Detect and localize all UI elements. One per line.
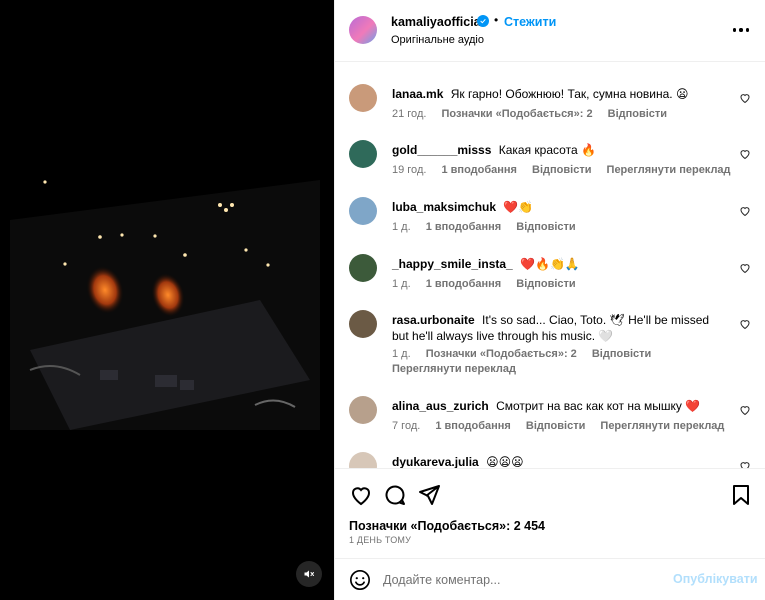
reply-link[interactable]: Відповісти [592, 348, 651, 360]
comment-text: ❤️👏 [503, 200, 534, 214]
comment-text-line: alina_aus_zurich Смотрит на вас как кот … [392, 398, 724, 414]
comment-meta: 1 д. 1 вподобання Відповісти [392, 221, 588, 233]
comment-text-line: rasa.urbonaite It's so sad... Ciao, Toto… [392, 312, 724, 344]
comment-text: 😦😦😦 [486, 455, 524, 468]
mute-toggle-button[interactable] [296, 561, 322, 587]
commenter-username[interactable]: luba_maksimchuk [392, 200, 496, 214]
comment-meta-secondary: Переглянути переклад [392, 363, 528, 375]
comment-likes-link[interactable]: 1 вподобання [426, 278, 501, 290]
more-options-icon[interactable] [729, 22, 753, 38]
like-comment-heart-icon[interactable] [739, 460, 751, 468]
post-media-video[interactable] [0, 0, 334, 600]
commenter-avatar[interactable] [349, 197, 377, 225]
comment-text: Какая красота 🔥 [498, 143, 596, 157]
comment-bubble-icon[interactable] [383, 483, 407, 507]
comment-text: Як гарно! Обожнюю! Так, сумна новина. 😦 [450, 87, 689, 101]
comment-text-line: luba_maksimchuk ❤️👏 [392, 199, 724, 215]
comment-text-line: _happy_smile_insta_ ❤️🔥👏🙏 [392, 256, 724, 272]
comment-text-line: lanaa.mk Як гарно! Обожнюю! Так, сумна н… [392, 86, 724, 102]
commenter-username[interactable]: alina_aus_zurich [392, 399, 489, 413]
comment-likes-link[interactable]: Позначки «Подобається»: 2 [441, 108, 592, 120]
commenter-username[interactable]: dyukareva.julia [392, 455, 479, 468]
original-audio-link[interactable]: Оригінальне аудіо [391, 34, 484, 46]
commenter-avatar[interactable] [349, 254, 377, 282]
separator-dot: • [494, 13, 499, 27]
reply-link[interactable]: Відповісти [608, 108, 667, 120]
reply-link[interactable]: Відповісти [516, 221, 575, 233]
follow-button[interactable]: Стежити [504, 15, 556, 29]
like-comment-heart-icon[interactable] [739, 262, 751, 274]
see-translation-link[interactable]: Переглянути переклад [600, 420, 724, 432]
comment-text-line: dyukareva.julia 😦😦😦 [392, 454, 724, 468]
reply-link[interactable]: Відповісти [532, 164, 591, 176]
comment-time: 21 год. [392, 108, 427, 120]
likes-count[interactable]: Позначки «Подобається»: 2 454 [349, 519, 545, 533]
commenter-avatar[interactable] [349, 452, 377, 468]
post-actions-bar: Позначки «Подобається»: 2 454 1 ДЕНЬ ТОМ… [335, 468, 765, 568]
comment-text: Смотрит на вас как кот на мышку ❤️ [496, 399, 701, 413]
comment-likes-link[interactable]: Позначки «Подобається»: 2 [426, 348, 577, 360]
commenter-avatar[interactable] [349, 140, 377, 168]
comment-time: 1 д. [392, 221, 411, 233]
reply-link[interactable]: Відповісти [526, 420, 585, 432]
commenter-avatar[interactable] [349, 396, 377, 424]
like-comment-heart-icon[interactable] [739, 92, 751, 104]
author-username[interactable]: kamaliyaofficial [391, 15, 484, 29]
comment-meta: 21 год. Позначки «Подобається»: 2 Відпов… [392, 108, 679, 120]
author-avatar[interactable] [349, 16, 377, 44]
comment-meta: 1 д. 1 вподобання Відповісти [392, 278, 588, 290]
emoji-picker-icon[interactable] [349, 569, 371, 591]
comment-likes-link[interactable]: 1 вподобання [435, 420, 510, 432]
comment-time: 19 год. [392, 164, 427, 176]
comment-time: 1 д. [392, 348, 411, 360]
speaker-muted-icon [304, 570, 314, 578]
add-comment-input[interactable] [383, 569, 663, 591]
like-heart-icon[interactable] [349, 483, 373, 507]
commenter-avatar[interactable] [349, 310, 377, 338]
comment-meta: 19 год. 1 вподобання Відповісти Переглян… [392, 164, 743, 176]
concert-stage-image [10, 180, 320, 430]
reply-link[interactable]: Відповісти [516, 278, 575, 290]
comment-meta: 1 д. Позначки «Подобається»: 2 Відповіст… [392, 348, 663, 360]
post-comment-button[interactable]: Опублікувати [673, 572, 758, 586]
comment-likes-link[interactable]: 1 вподобання [441, 164, 516, 176]
commenter-username[interactable]: lanaa.mk [392, 87, 443, 101]
share-send-icon[interactable] [417, 483, 441, 507]
see-translation-link[interactable]: Переглянути переклад [392, 363, 516, 375]
comment-meta: 7 год. 1 вподобання Відповісти Перегляну… [392, 420, 736, 432]
post-timestamp: 1 ДЕНЬ ТОМУ [349, 535, 412, 545]
post-header: kamaliyaofficial • Стежити Оригінальне а… [335, 0, 765, 62]
commenter-avatar[interactable] [349, 84, 377, 112]
like-comment-heart-icon[interactable] [739, 148, 751, 160]
see-translation-link[interactable]: Переглянути переклад [607, 164, 731, 176]
like-comment-heart-icon[interactable] [739, 318, 751, 330]
like-comment-heart-icon[interactable] [739, 205, 751, 217]
comment-time: 1 д. [392, 278, 411, 290]
comment-composer: Опублікувати [335, 558, 765, 600]
commenter-username[interactable]: _happy_smile_insta_ [392, 257, 513, 271]
like-comment-heart-icon[interactable] [739, 404, 751, 416]
comment-text: ❤️🔥👏🙏 [520, 257, 580, 271]
verified-badge-icon [477, 15, 489, 27]
bookmark-save-icon[interactable] [729, 483, 753, 507]
post-side-panel: kamaliyaofficial • Стежити Оригінальне а… [334, 0, 765, 600]
comment-likes-link[interactable]: 1 вподобання [426, 221, 501, 233]
commenter-username[interactable]: gold______misss [392, 143, 491, 157]
comment-time: 7 год. [392, 420, 421, 432]
commenter-username[interactable]: rasa.urbonaite [392, 313, 475, 327]
comments-list[interactable]: lanaa.mk Як гарно! Обожнюю! Так, сумна н… [335, 62, 765, 468]
comment-text-line: gold______misss Какая красота 🔥 [392, 142, 724, 158]
